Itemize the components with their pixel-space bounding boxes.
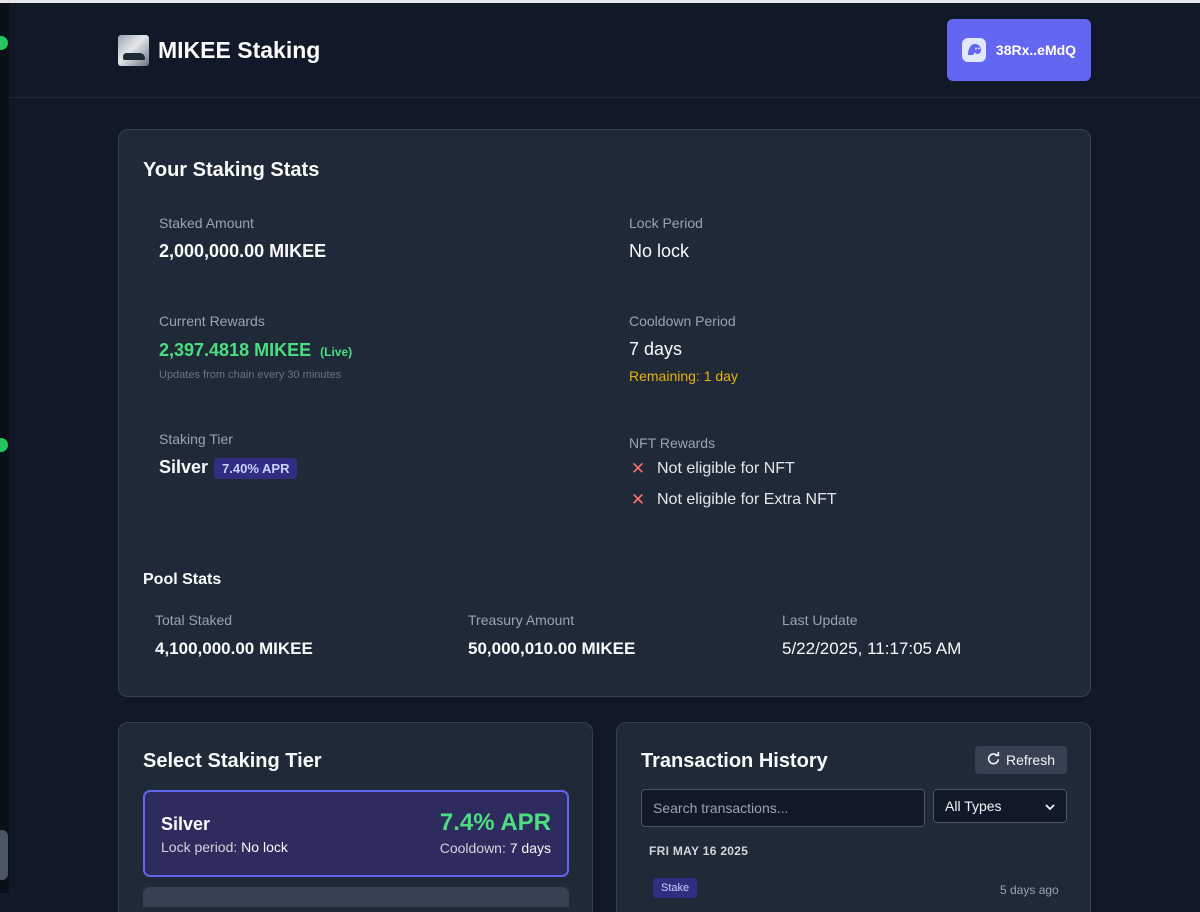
total-staked-value: 4,100,000.00 MIKEE [155, 639, 313, 658]
tier-name: Silver [161, 814, 211, 834]
staking-tier-label: Staking Tier [159, 431, 233, 447]
tier-lock-value: No lock [241, 839, 288, 855]
mikee-logo-icon [118, 35, 149, 66]
brand[interactable]: MIKEE Staking [118, 35, 320, 66]
staking-tier-value: Silver 7.40% APR [159, 457, 298, 479]
extra-nft-eligibility-row: ✕ Not eligible for Extra NFT [630, 490, 837, 510]
x-icon: ✕ [630, 490, 646, 509]
tier-option-silver[interactable]: Silver Lock period: No lock 7.4% APR Coo… [143, 790, 569, 877]
current-rewards-amount: 2,397.4818 MIKEE [159, 340, 312, 360]
staked-amount-value: 2,000,000.00 MIKEE [159, 241, 327, 261]
select-tier-title: Select Staking Tier [143, 750, 322, 772]
last-update-value: 5/22/2025, 11:17:05 AM [782, 639, 962, 658]
x-icon: ✕ [630, 459, 646, 478]
tier-cooldown-value: 7 days [509, 840, 551, 856]
cooldown-period-label: Cooldown Period [629, 313, 736, 329]
tier-cooldown-label: Cooldown: [439, 840, 506, 856]
refresh-label: Refresh [1005, 752, 1056, 768]
tier-apr: 7.4% APR [439, 809, 551, 836]
type-filter-select[interactable]: All Types [933, 789, 1067, 823]
chevron-down-icon [1045, 798, 1055, 814]
brand-title: MIKEE Staking [158, 37, 321, 63]
transaction-history-card: Transaction History Refresh All Types FR… [616, 722, 1091, 912]
tier-cooldown: Cooldown: 7 days [440, 840, 551, 856]
live-tag: (Live) [320, 345, 353, 359]
refresh-icon [987, 752, 1000, 768]
transaction-history-title: Transaction History [641, 750, 828, 772]
pool-stats-title: Pool Stats [143, 571, 222, 588]
staking-stats-title: Your Staking Stats [143, 159, 320, 181]
ghost-wallet-icon [961, 38, 986, 62]
apr-badge: 7.40% APR [214, 457, 298, 479]
refresh-button[interactable]: Refresh [975, 746, 1067, 774]
last-update-label: Last Update [782, 612, 858, 628]
status-dot [0, 36, 8, 50]
treasury-amount-value: 50,000,010.00 MIKEE [468, 639, 636, 658]
select-tier-card: Select Staking Tier Silver Lock period: … [118, 722, 593, 912]
staked-amount-label: Staked Amount [159, 215, 254, 231]
cooldown-period-value: 7 days [629, 339, 683, 359]
nft-eligibility-text: Not eligible for NFT [657, 460, 795, 477]
wallet-button[interactable]: 38Rx..eMdQ [947, 19, 1091, 81]
transaction-type-badge: Stake [653, 878, 698, 898]
nft-eligibility-row: ✕ Not eligible for NFT [630, 459, 795, 479]
staking-tier-name: Silver [159, 457, 209, 477]
left-side-strip [0, 3, 9, 893]
status-dot [0, 438, 8, 452]
type-filter-value: All Types [945, 798, 1002, 814]
side-handle[interactable] [0, 830, 8, 880]
tier-lock-period: Lock period: No lock [161, 839, 288, 855]
transaction-date-heading: FRI MAY 16 2025 [649, 844, 749, 858]
transaction-time: 5 days ago [1000, 883, 1059, 897]
tier-option-next[interactable] [143, 887, 569, 907]
treasury-amount-label: Treasury Amount [468, 612, 575, 628]
extra-nft-eligibility-text: Not eligible for Extra NFT [657, 491, 837, 508]
nft-rewards-label: NFT Rewards [629, 435, 716, 451]
lock-period-label: Lock Period [629, 215, 703, 231]
total-staked-label: Total Staked [155, 612, 233, 628]
current-rewards-value: 2,397.4818 MIKEE (Live) [159, 340, 352, 361]
staking-stats-card: Your Staking Stats Staked Amount 2,000,0… [118, 129, 1091, 697]
wallet-address: 38Rx..eMdQ [995, 42, 1077, 58]
lock-period-value: No lock [629, 241, 690, 261]
cooldown-remaining: Remaining: 1 day [629, 368, 738, 384]
tier-lock-label: Lock period: [161, 839, 238, 855]
app-header: MIKEE Staking 38Rx..eMdQ [9, 3, 1200, 98]
search-transactions-input[interactable] [641, 789, 925, 827]
current-rewards-label: Current Rewards [159, 313, 265, 329]
rewards-update-note: Updates from chain every 30 minutes [159, 369, 342, 381]
